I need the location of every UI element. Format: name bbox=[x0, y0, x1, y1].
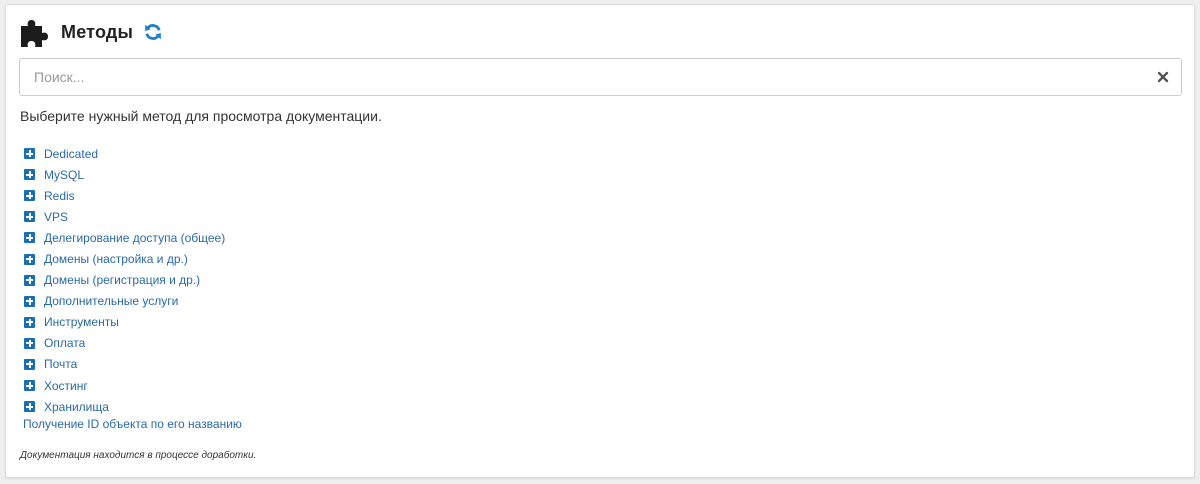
tree-item-label[interactable]: Хранилища bbox=[44, 400, 109, 414]
tree-item-label[interactable]: Инструменты bbox=[44, 315, 119, 329]
refresh-icon[interactable] bbox=[143, 22, 163, 42]
tree-item-label[interactable]: Делегирование доступа (общее) bbox=[44, 231, 225, 245]
methods-panel: Методы Выберите нужный метод для просмот… bbox=[5, 4, 1195, 478]
tree-item-label[interactable]: VPS bbox=[44, 210, 68, 224]
tree-item-label[interactable]: Оплата bbox=[44, 336, 85, 350]
puzzle-piece-icon bbox=[21, 20, 48, 47]
search-box bbox=[19, 58, 1182, 96]
tree-item-access-delegation[interactable]: Делегирование доступа (общее) bbox=[24, 227, 225, 248]
plus-square-icon[interactable] bbox=[24, 380, 35, 392]
tree-item-tools[interactable]: Инструменты bbox=[24, 312, 225, 333]
plus-square-icon[interactable] bbox=[24, 148, 35, 160]
tree-item-hosting[interactable]: Хостинг bbox=[24, 375, 225, 396]
tree-item-vps[interactable]: VPS bbox=[24, 206, 225, 227]
tree-item-redis[interactable]: Redis bbox=[24, 185, 225, 206]
tree-item-dedicated[interactable]: Dedicated bbox=[24, 143, 225, 164]
intro-text: Выберите нужный метод для просмотра доку… bbox=[20, 108, 382, 124]
tree-item-domains-settings[interactable]: Домены (настройка и др.) bbox=[24, 248, 225, 269]
panel-header: Методы bbox=[19, 16, 163, 48]
search-input[interactable] bbox=[20, 59, 1140, 95]
tree-item-label[interactable]: MySQL bbox=[44, 168, 84, 182]
tree-item-additional-services[interactable]: Дополнительные услуги bbox=[24, 291, 225, 312]
tree-item-label[interactable]: Дополнительные услуги bbox=[44, 294, 178, 308]
tree-item-label[interactable]: Redis bbox=[44, 189, 75, 203]
tree-item-label[interactable]: Домены (регистрация и др.) bbox=[44, 273, 200, 287]
plus-square-icon[interactable] bbox=[24, 401, 35, 413]
tree-item-label[interactable]: Хостинг bbox=[44, 379, 88, 393]
plus-square-icon[interactable] bbox=[24, 190, 35, 202]
methods-tree: Dedicated MySQL Redis VPS Делегирование … bbox=[24, 143, 225, 417]
plus-square-icon[interactable] bbox=[24, 169, 35, 181]
plus-square-icon[interactable] bbox=[24, 358, 35, 370]
object-id-lookup-link[interactable]: Получение ID объекта по его названию bbox=[23, 417, 242, 431]
plus-square-icon[interactable] bbox=[24, 316, 35, 328]
tree-item-storage[interactable]: Хранилища bbox=[24, 396, 225, 417]
tree-item-label[interactable]: Домены (настройка и др.) bbox=[44, 252, 188, 266]
footnote: Документация находится в процессе дорабо… bbox=[20, 450, 257, 461]
plus-square-icon[interactable] bbox=[24, 253, 35, 265]
plus-square-icon[interactable] bbox=[24, 337, 35, 349]
plus-square-icon[interactable] bbox=[24, 274, 35, 286]
tree-item-payment[interactable]: Оплата bbox=[24, 333, 225, 354]
tree-item-domains-registration[interactable]: Домены (регистрация и др.) bbox=[24, 270, 225, 291]
tree-item-mysql[interactable]: MySQL bbox=[24, 164, 225, 185]
tree-item-label[interactable]: Dedicated bbox=[44, 147, 98, 161]
page-title: Методы bbox=[61, 21, 134, 42]
tree-item-label[interactable]: Почта bbox=[44, 357, 77, 371]
plus-square-icon[interactable] bbox=[24, 211, 35, 223]
plus-square-icon[interactable] bbox=[24, 295, 35, 307]
close-icon[interactable] bbox=[1156, 70, 1170, 84]
plus-square-icon[interactable] bbox=[24, 232, 35, 244]
tree-item-mail[interactable]: Почта bbox=[24, 354, 225, 375]
